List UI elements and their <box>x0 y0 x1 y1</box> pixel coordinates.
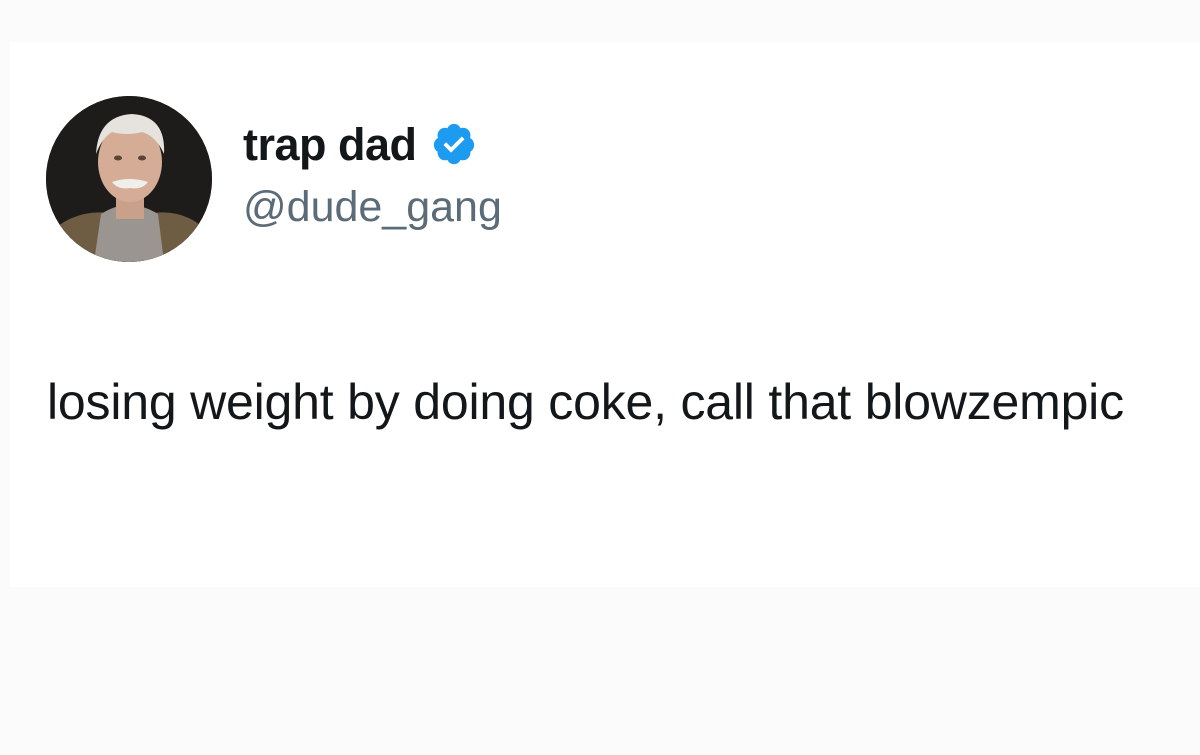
author-handle[interactable]: @dude_gang <box>243 183 502 231</box>
display-name[interactable]: trap dad <box>243 122 417 167</box>
verified-badge-icon <box>431 121 477 167</box>
profile-photo-icon <box>46 96 212 262</box>
avatar[interactable] <box>46 96 212 262</box>
tweet-text: losing weight by doing coke, call that b… <box>47 374 1124 430</box>
author-name-row: trap dad <box>243 113 477 175</box>
